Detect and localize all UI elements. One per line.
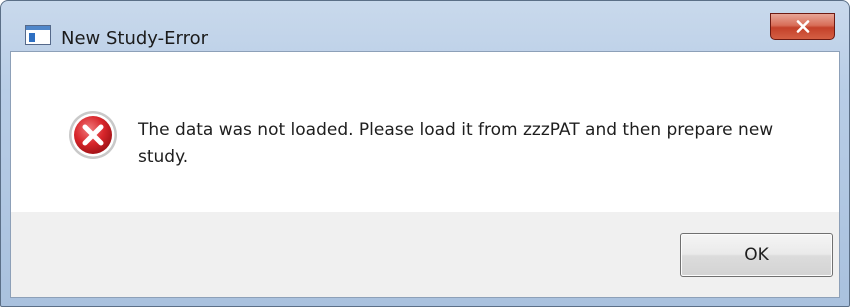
error-message: The data was not loaded. Please load it … [138,120,774,167]
window-app-icon [25,25,51,45]
window-title: New Study-Error [61,28,209,49]
dialog-body: The data was not loaded. Please load it … [10,51,840,298]
message-area: The data was not loaded. Please load it … [11,52,839,212]
ok-button[interactable]: OK [680,233,833,277]
close-button[interactable] [770,13,835,40]
error-dialog-window: New Study-Error The data was not loaded.… [0,0,850,307]
title-bar[interactable]: New Study-Error [1,1,849,49]
close-icon [796,20,809,33]
error-icon [69,111,117,159]
